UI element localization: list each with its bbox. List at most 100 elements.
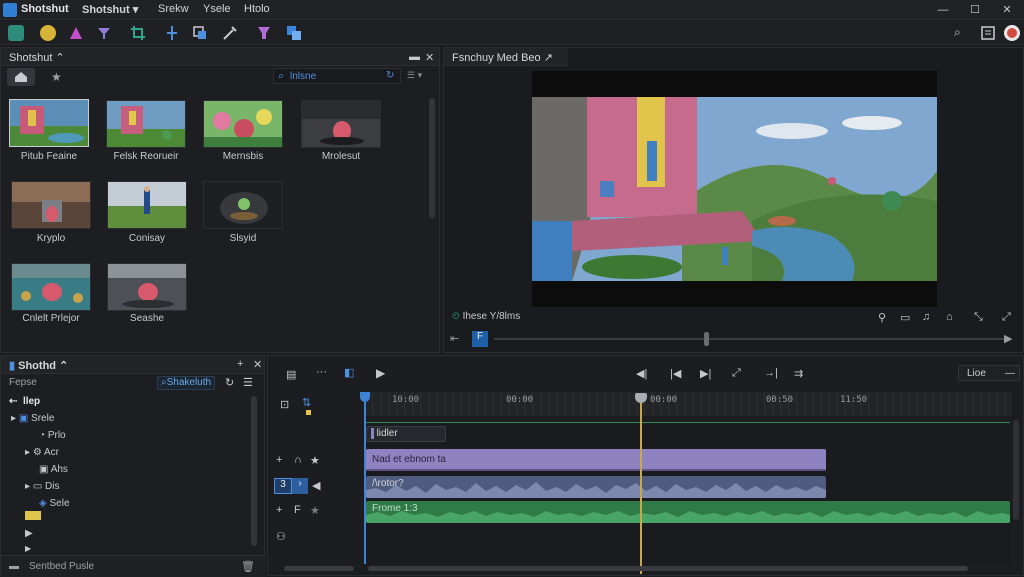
menu-ysele[interactable]: Ysele <box>203 3 231 15</box>
layers-icon[interactable] <box>286 25 302 41</box>
frame-icon[interactable]: F <box>472 331 488 347</box>
folder-icon[interactable] <box>25 511 41 520</box>
minimize-icon[interactable]: — <box>934 2 952 18</box>
add-icon[interactable]: + <box>237 358 243 370</box>
project-scrollbar[interactable] <box>251 396 257 546</box>
media-search-input[interactable]: ⌕ lnlsne ↻ <box>273 68 401 84</box>
step-back-icon[interactable]: |◀ <box>670 367 681 380</box>
preview-scrubber[interactable] <box>494 338 1004 340</box>
favorites-icon[interactable]: ★ <box>51 70 62 84</box>
fast-forward-icon[interactable]: ⇉ <box>794 367 803 380</box>
panel-close-icon[interactable]: ✕ <box>253 358 262 371</box>
timeline-hscroll[interactable] <box>368 566 968 571</box>
lock-icon[interactable]: ∩ <box>294 454 302 466</box>
music-clip[interactable]: Frome 1:3 <box>366 501 1010 523</box>
media-scrollbar[interactable] <box>429 98 435 218</box>
tree-item-5[interactable]: ▸ ▭ Dis <box>25 481 60 492</box>
export-icon[interactable] <box>980 25 996 41</box>
scrubber-handle[interactable] <box>704 332 709 346</box>
add-track-icon[interactable]: + <box>276 454 282 466</box>
crop-icon[interactable] <box>130 25 146 41</box>
paint-icon[interactable] <box>256 25 272 41</box>
menu-srekw[interactable]: Srekw <box>158 3 189 15</box>
panel-close-icon[interactable]: ✕ <box>425 51 434 64</box>
refresh-icon[interactable]: ↻ <box>386 70 394 81</box>
home-button[interactable] <box>7 68 35 86</box>
timeline-vscroll[interactable] <box>1013 420 1019 520</box>
clip-folder-icon[interactable]: ▤ <box>286 368 296 381</box>
zoom-select[interactable]: Lioe — <box>958 365 1020 381</box>
forward-icon[interactable]: →| <box>764 367 778 379</box>
timeline-view-icon[interactable]: ◧ <box>344 366 362 380</box>
tree-item-root[interactable]: ⇠ llep <box>9 396 40 407</box>
next-icon[interactable]: ▶ <box>1004 332 1012 345</box>
media-thumb-3[interactable] <box>203 100 283 148</box>
track-number[interactable]: 3 <box>274 478 292 494</box>
audio-icon[interactable]: ♫ <box>922 311 930 323</box>
collapse-icon[interactable]: ▶ <box>25 544 31 553</box>
title-clip[interactable]: lidler <box>366 426 446 442</box>
record-icon[interactable] <box>1004 25 1020 41</box>
trash-icon[interactable]: 🗑 <box>241 560 255 573</box>
snap-icon[interactable]: ⊡ <box>280 398 289 411</box>
track-target-icon[interactable]: › <box>292 478 308 494</box>
media-thumb-2[interactable] <box>106 100 186 148</box>
star-icon[interactable]: ★ <box>310 454 320 467</box>
media-thumb-7[interactable] <box>203 181 283 229</box>
rewind-icon[interactable]: ◀| <box>636 367 647 380</box>
tree-item-6[interactable]: ◈ Sele <box>39 498 70 509</box>
fullscreen-icon[interactable]: ⤡ <box>974 311 983 324</box>
media-thumb-5[interactable] <box>11 181 91 229</box>
tree-item-1[interactable]: ▸ ▣ Srele <box>11 413 54 424</box>
more-icon[interactable]: ··· <box>316 366 327 378</box>
marker-icon[interactable]: ⚲ <box>878 311 886 324</box>
video-preview[interactable] <box>532 71 937 307</box>
snapshot-icon[interactable]: ⌂ <box>946 311 953 323</box>
menu-htolo[interactable]: Htolo <box>244 3 270 15</box>
add-audio-track-icon[interactable]: + <box>276 504 282 516</box>
panel-menu-icon[interactable]: ▬ <box>409 51 420 63</box>
menu-shotshut[interactable]: Shotshut ▾ <box>82 3 138 16</box>
play-button[interactable]: ▶ <box>376 366 385 380</box>
screen-icon[interactable]: ▭ <box>900 311 910 324</box>
filter-icon[interactable] <box>96 25 112 41</box>
close-icon[interactable]: ✕ <box>998 2 1016 18</box>
media-thumb-8[interactable] <box>11 263 91 311</box>
people-icon[interactable]: ⚇ <box>276 530 286 543</box>
media-thumb-6[interactable] <box>107 181 187 229</box>
star-icon[interactable]: ★ <box>310 504 320 517</box>
effects-icon[interactable] <box>40 25 56 41</box>
tree-item-3[interactable]: ▸ ⚙ Acr <box>25 447 59 458</box>
tree-item-4[interactable]: ▣ Ahs <box>39 464 68 475</box>
media-thumb-1[interactable] <box>9 99 89 147</box>
magic-wand-icon[interactable] <box>222 25 238 41</box>
speaker-icon[interactable]: ◀ <box>312 479 320 492</box>
playhead[interactable] <box>640 398 642 574</box>
settings-icon[interactable] <box>8 25 24 41</box>
view-options-icon[interactable]: ☰ ▾ <box>407 70 422 81</box>
expand-icon[interactable]: ⤢ <box>1002 311 1011 324</box>
list-view-icon[interactable]: ☰ <box>243 376 253 389</box>
audio-clip[interactable]: /\rotor? <box>366 476 826 498</box>
fx-icon[interactable]: F <box>294 504 301 516</box>
refresh-icon[interactable]: ↻ <box>225 376 234 389</box>
loop-icon[interactable]: ⤢ <box>732 367 741 380</box>
tree-item-2[interactable]: ◔ Prlo <box>39 430 66 441</box>
play-icon[interactable]: ▶ <box>25 528 33 539</box>
search-icon[interactable]: ⌕ <box>954 25 970 41</box>
in-marker[interactable] <box>364 392 366 564</box>
in-marker-handle[interactable] <box>360 392 370 402</box>
in-point-icon[interactable]: ⇤ <box>450 332 468 346</box>
project-search-button[interactable]: ⌕Shakeluth <box>157 376 215 390</box>
timeline-hscroll-left[interactable] <box>284 566 354 571</box>
triangle-icon[interactable] <box>68 25 84 41</box>
video-clip[interactable]: Nad et ebnom ta <box>366 449 826 471</box>
timeline-ruler[interactable] <box>364 392 1012 416</box>
step-forward-icon[interactable]: ▶| <box>700 367 711 380</box>
maximize-icon[interactable]: ☐ <box>966 2 984 18</box>
media-thumb-9[interactable] <box>107 263 187 311</box>
split-icon[interactable] <box>164 25 180 41</box>
copy-icon[interactable] <box>192 25 208 41</box>
media-thumb-4[interactable] <box>301 100 381 148</box>
ripple-icon[interactable]: ⇅ <box>302 396 311 409</box>
